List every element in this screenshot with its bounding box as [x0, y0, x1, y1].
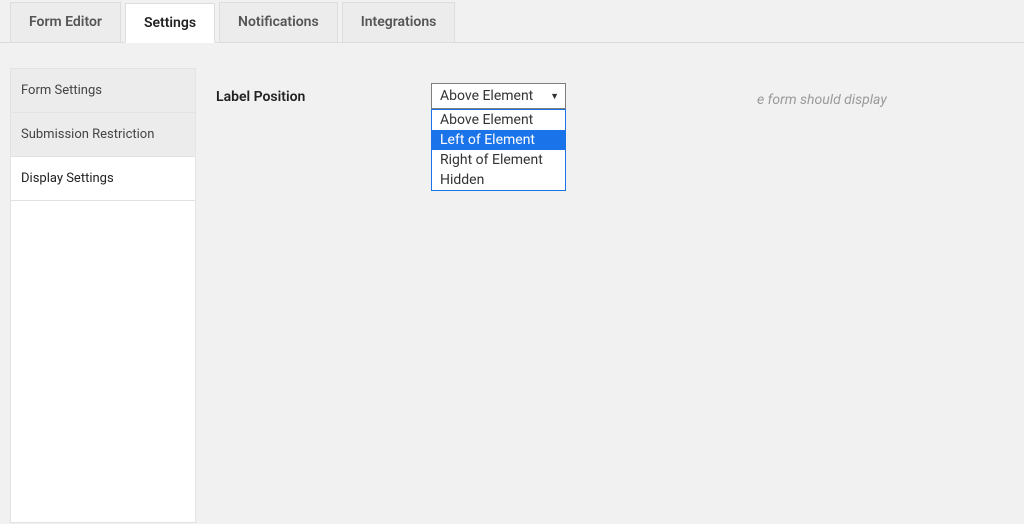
option-hidden[interactable]: Hidden: [432, 170, 565, 190]
tab-form-editor[interactable]: Form Editor: [10, 2, 121, 42]
tab-notifications[interactable]: Notifications: [219, 2, 338, 42]
sidebar-item-submission-restriction[interactable]: Submission Restriction: [11, 113, 195, 157]
label-position-control: Above Element ▼ Above Element Left of El…: [431, 83, 566, 109]
sidebar-item-display-settings[interactable]: Display Settings: [11, 157, 195, 201]
help-text: e form should display: [757, 92, 887, 108]
chevron-down-icon: ▼: [550, 91, 559, 102]
label-position-dropdown: Above Element Left of Element Right of E…: [431, 109, 566, 191]
option-right-of-element[interactable]: Right of Element: [432, 150, 565, 170]
select-value: Above Element: [440, 88, 533, 104]
main-area: Form Settings Submission Restriction Dis…: [0, 68, 1024, 523]
tabs-nav: Form Editor Settings Notifications Integ…: [0, 0, 1024, 43]
option-above-element[interactable]: Above Element: [432, 110, 565, 130]
sidebar-item-form-settings[interactable]: Form Settings: [11, 69, 195, 113]
settings-sidebar: Form Settings Submission Restriction Dis…: [10, 68, 196, 523]
settings-content: Label Position Above Element ▼ Above Ele…: [196, 68, 1024, 523]
tab-integrations[interactable]: Integrations: [342, 2, 456, 42]
tab-settings[interactable]: Settings: [125, 3, 215, 43]
label-position-select[interactable]: Above Element ▼: [431, 83, 566, 109]
option-left-of-element[interactable]: Left of Element: [432, 130, 565, 150]
label-position-label: Label Position: [216, 83, 431, 105]
